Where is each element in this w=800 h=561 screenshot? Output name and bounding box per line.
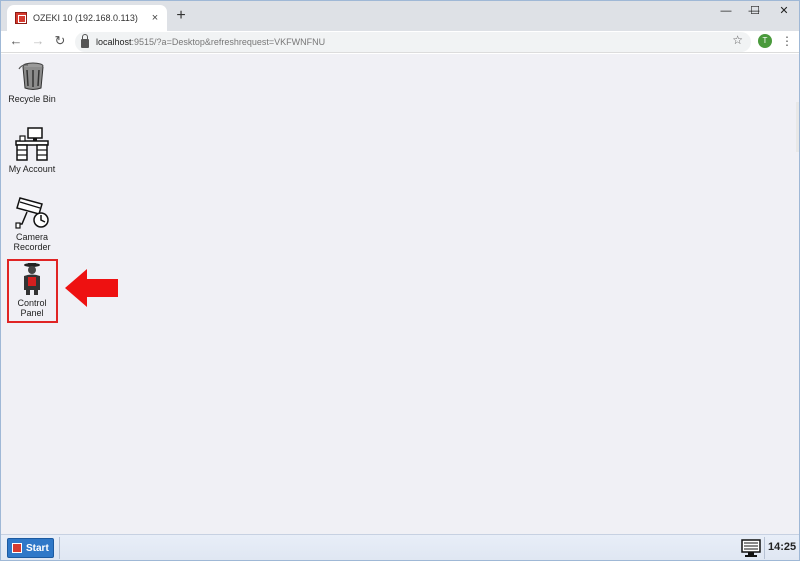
tab-close-icon[interactable]: × <box>149 12 161 24</box>
desktop-icon-camera-recorder[interactable]: Camera Recorder <box>4 194 60 252</box>
desktop-icon-recycle-bin[interactable]: Recycle Bin <box>4 60 60 104</box>
icon-label-line1: Camera <box>15 232 48 242</box>
browser-window: OZEKI 10 (192.168.0.113) × + — — ☐ ✕ ← →… <box>0 0 800 561</box>
start-label: Start <box>26 542 49 554</box>
taskbar: Start 14:25 <box>1 534 799 560</box>
window-minimize-button[interactable]: — <box>711 1 741 23</box>
taskbar-separator <box>59 537 60 559</box>
browser-menu-icon[interactable]: ⋮ <box>781 33 793 49</box>
ozeki-favicon-icon <box>15 12 27 24</box>
start-button[interactable]: Start <box>7 538 54 558</box>
scrollbar[interactable] <box>796 102 799 152</box>
tab-strip: OZEKI 10 (192.168.0.113) × + — <box>1 1 799 31</box>
window-maximize-button[interactable]: ☐ <box>740 1 770 23</box>
bookmark-star-icon[interactable]: ☆ <box>732 33 743 47</box>
taskbar-clock: 14:25 <box>768 541 797 553</box>
address-bar[interactable]: localhost:9515/?a=Desktop&refreshrequest… <box>75 32 751 52</box>
browser-toolbar: ← → ↻ localhost:9515/?a=Desktop&refreshr… <box>1 31 799 53</box>
tray-separator <box>764 537 765 559</box>
desktop-icon-my-account[interactable]: My Account <box>4 126 60 174</box>
icon-label-line2: Recorder <box>13 242 51 252</box>
reload-button[interactable]: ↻ <box>52 33 68 49</box>
monitor-icon[interactable] <box>741 539 761 557</box>
recycle-bin-icon <box>18 62 44 90</box>
icon-label: My Account <box>8 164 56 174</box>
back-button[interactable]: ← <box>8 33 24 49</box>
tab-title: OZEKI 10 (192.168.0.113) <box>33 13 138 23</box>
security-camera-icon <box>15 197 49 229</box>
icon-label: Recycle Bin <box>8 94 56 104</box>
control-panel-highlight-box <box>7 259 58 323</box>
window-close-button[interactable]: ✕ <box>769 1 799 23</box>
desktop-area: Recycle Bin My Account Camera Recorder C… <box>1 54 799 534</box>
url-text: localhost:9515/?a=Desktop&refreshrequest… <box>96 37 326 47</box>
lock-icon <box>81 34 89 48</box>
new-tab-button[interactable]: + <box>173 8 189 24</box>
desk-computer-icon <box>15 127 49 161</box>
forward-button[interactable]: → <box>30 33 46 49</box>
browser-tab[interactable]: OZEKI 10 (192.168.0.113) × <box>7 5 167 31</box>
start-logo-icon <box>12 543 22 553</box>
red-arrow-icon <box>65 269 118 307</box>
profile-avatar[interactable]: T <box>758 34 772 48</box>
